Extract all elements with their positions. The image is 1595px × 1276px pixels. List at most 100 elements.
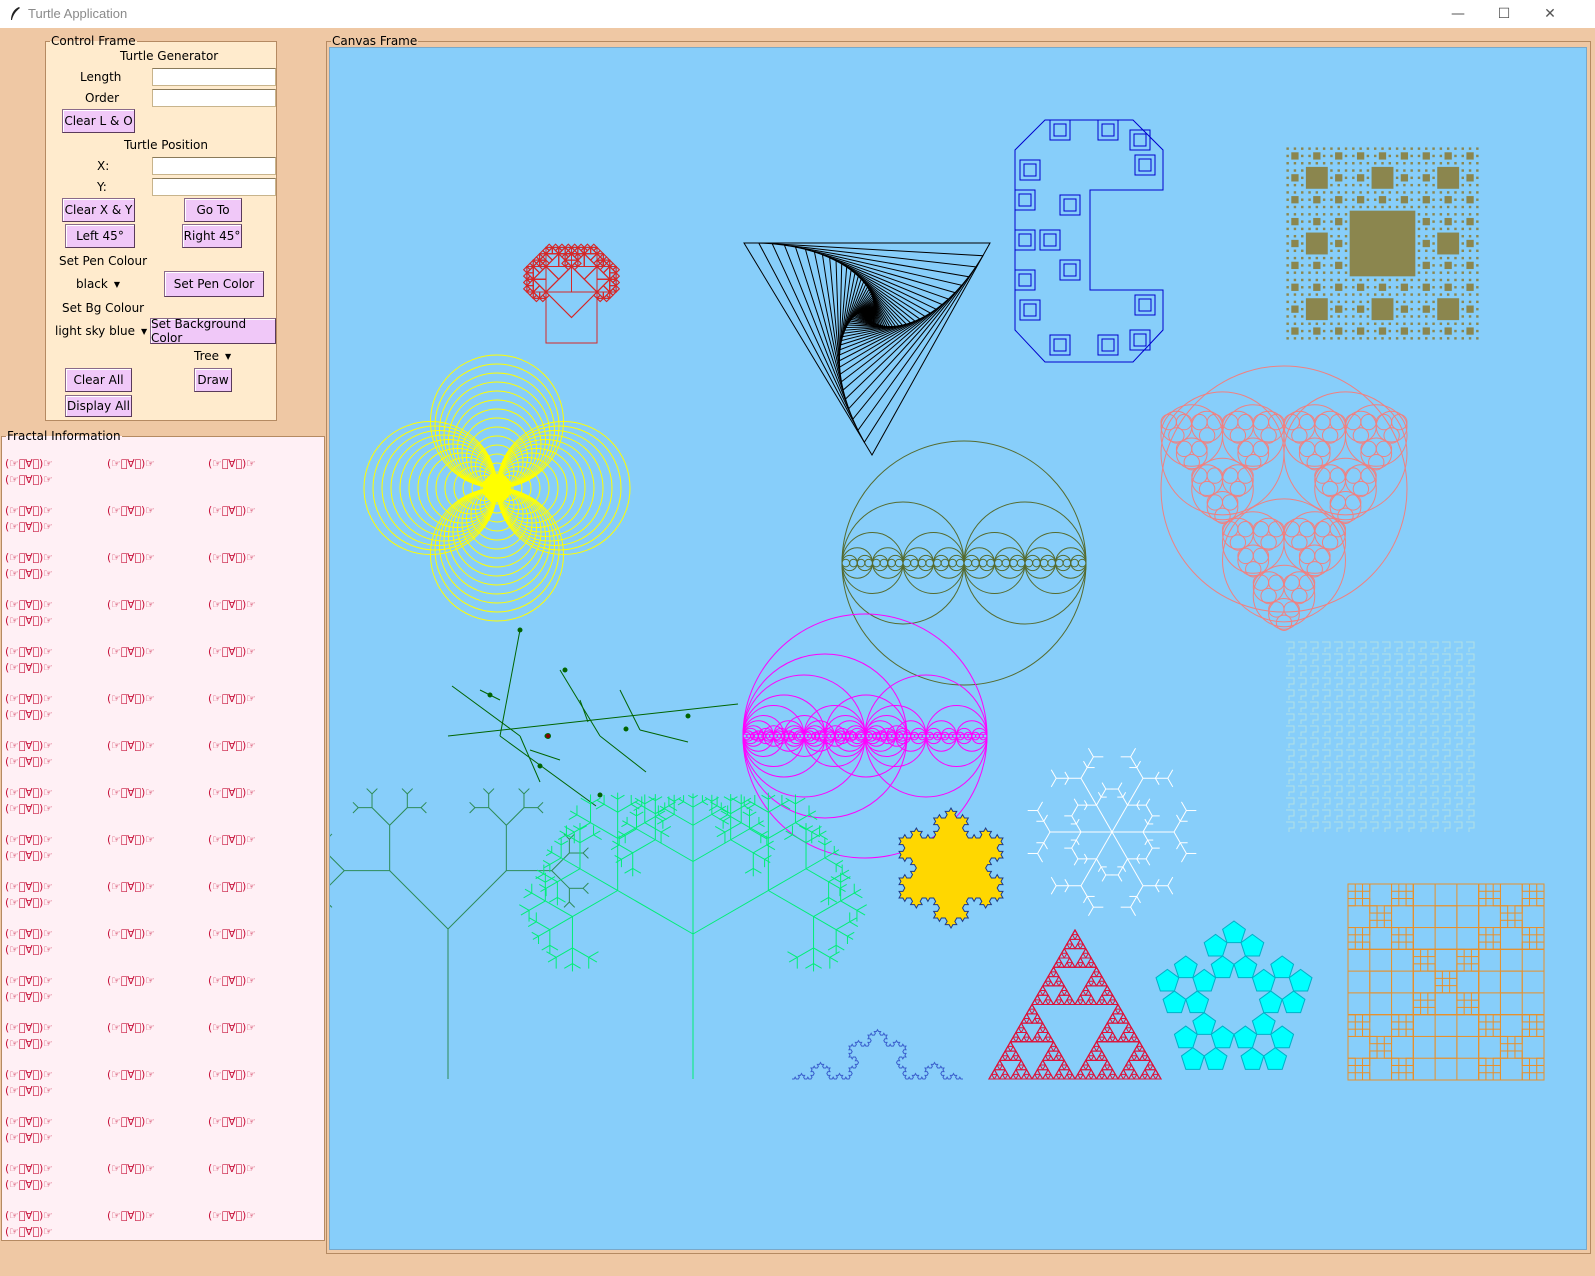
binary-tree-fractal [330,788,694,1079]
turtle-generator-heading: Turtle Generator [120,49,219,63]
info-cell: (☞ﾟ∀ﾟ)☞ [5,1225,53,1238]
info-cell: (☞ﾟ∀ﾟ)☞ [107,739,155,752]
info-row: (☞ﾟ∀ﾟ)☞ (☞ﾟ∀ﾟ)☞ (☞ﾟ∀ﾟ)☞ (☞ﾟ∀ﾟ)☞ [5,974,324,1021]
info-cell: (☞ﾟ∀ﾟ)☞ [5,708,53,721]
clear-xy-button[interactable]: Clear X & Y [62,198,135,222]
info-cell: (☞ﾟ∀ﾟ)☞ [5,896,53,909]
info-cell: (☞ﾟ∀ﾟ)☞ [208,880,256,893]
info-cell: (☞ﾟ∀ﾟ)☞ [5,645,53,658]
x-label: X: [97,159,110,173]
info-cell: (☞ﾟ∀ﾟ)☞ [5,1115,53,1128]
info-cell: (☞ﾟ∀ﾟ)☞ [5,927,53,940]
info-cell: (☞ﾟ∀ﾟ)☞ [208,457,256,470]
info-cell: (☞ﾟ∀ﾟ)☞ [5,1084,53,1097]
white-snowflake-fractal [1027,747,1197,917]
info-cell: (☞ﾟ∀ﾟ)☞ [107,504,155,517]
fractal-information-frame: Fractal Information (☞ﾟ∀ﾟ)☞ (☞ﾟ∀ﾟ)☞ (☞ﾟ∀ﾟ)… [1,429,325,1241]
display-all-button[interactable]: Display All [65,395,132,417]
info-cell: (☞ﾟ∀ﾟ)☞ [5,1037,53,1050]
bg-colour-dropdown[interactable]: light sky blue ▼ [47,320,149,342]
info-cell: (☞ﾟ∀ﾟ)☞ [208,551,256,564]
maximize-button[interactable]: ☐ [1481,0,1527,28]
turtle-position-heading: Turtle Position [124,138,209,152]
info-cell: (☞ﾟ∀ﾟ)☞ [208,739,256,752]
info-cell: (☞ﾟ∀ﾟ)☞ [208,1021,256,1034]
length-label: Length [80,70,122,84]
info-cell: (☞ﾟ∀ﾟ)☞ [107,880,155,893]
info-cell: (☞ﾟ∀ﾟ)☞ [5,1178,53,1191]
order-label: Order [85,91,120,105]
window-title: Turtle Application [28,6,128,21]
bg-colour-value: light sky blue [55,324,136,338]
info-cell: (☞ﾟ∀ﾟ)☞ [208,927,256,940]
minimize-button[interactable]: — [1435,0,1481,28]
turtle-canvas[interactable] [329,47,1587,1250]
fractal-type-value: Tree [194,349,220,363]
feather-icon [11,7,20,20]
info-cell: (☞ﾟ∀ﾟ)☞ [5,943,53,956]
fractal-type-dropdown[interactable]: Tree ▼ [186,346,238,366]
length-input[interactable] [152,68,276,86]
info-row: (☞ﾟ∀ﾟ)☞ (☞ﾟ∀ﾟ)☞ (☞ﾟ∀ﾟ)☞ (☞ﾟ∀ﾟ)☞ [5,598,324,645]
pen-colour-value: black [76,277,108,291]
info-cell: (☞ﾟ∀ﾟ)☞ [5,849,53,862]
info-cell: (☞ﾟ∀ﾟ)☞ [5,802,53,815]
info-cell: (☞ﾟ∀ﾟ)☞ [107,974,155,987]
order-input[interactable] [152,89,276,107]
info-cell: (☞ﾟ∀ﾟ)☞ [5,974,53,987]
draw-button[interactable]: Draw [194,368,232,392]
info-cell: (☞ﾟ∀ﾟ)☞ [5,661,53,674]
info-cell: (☞ﾟ∀ﾟ)☞ [5,567,53,580]
info-row: (☞ﾟ∀ﾟ)☞ (☞ﾟ∀ﾟ)☞ (☞ﾟ∀ﾟ)☞ (☞ﾟ∀ﾟ)☞ [5,457,324,504]
info-cell: (☞ﾟ∀ﾟ)☞ [208,833,256,846]
info-row: (☞ﾟ∀ﾟ)☞ (☞ﾟ∀ﾟ)☞ (☞ﾟ∀ﾟ)☞ (☞ﾟ∀ﾟ)☞ [5,1068,324,1115]
info-cell: (☞ﾟ∀ﾟ)☞ [5,786,53,799]
info-row: (☞ﾟ∀ﾟ)☞ (☞ﾟ∀ﾟ)☞ (☞ﾟ∀ﾟ)☞ (☞ﾟ∀ﾟ)☞ [5,927,324,974]
spiral-triangle-fractal [743,242,991,456]
info-cell: (☞ﾟ∀ﾟ)☞ [5,614,53,627]
info-cell: (☞ﾟ∀ﾟ)☞ [208,598,256,611]
sierpinski-triangle-fractal [988,928,1162,1080]
pythagoras-tree-fractal [522,243,621,344]
info-cell: (☞ﾟ∀ﾟ)☞ [5,1209,53,1222]
left-45-button[interactable]: Left 45° [65,224,135,248]
info-cell: (☞ﾟ∀ﾟ)☞ [208,1162,256,1175]
info-row: (☞ﾟ∀ﾟ)☞ (☞ﾟ∀ﾟ)☞ (☞ﾟ∀ﾟ)☞ (☞ﾟ∀ﾟ)☞ [5,551,324,598]
fractal-information-list: (☞ﾟ∀ﾟ)☞ (☞ﾟ∀ﾟ)☞ (☞ﾟ∀ﾟ)☞ (☞ﾟ∀ﾟ)☞ (☞ﾟ∀ﾟ)☞ (☞ﾟ∀ﾟ… [5,457,324,1240]
x-input[interactable] [152,157,276,175]
info-cell: (☞ﾟ∀ﾟ)☞ [107,1162,155,1175]
info-cell: (☞ﾟ∀ﾟ)☞ [5,1021,53,1034]
fern-tree-fractal [519,792,867,1079]
cyan-maze-fractal [1286,641,1475,832]
info-cell: (☞ﾟ∀ﾟ)☞ [5,833,53,846]
info-cell: (☞ﾟ∀ﾟ)☞ [5,520,53,533]
koch-curve-blue-fractal [792,1028,963,1080]
title-bar: Turtle Application — ☐ ✕ [0,0,1595,28]
y-input[interactable] [152,178,276,196]
info-cell: (☞ﾟ∀ﾟ)☞ [208,1209,256,1222]
info-cell: (☞ﾟ∀ﾟ)☞ [5,473,53,486]
koch-snowflake-filled [898,807,1004,929]
info-cell: (☞ﾟ∀ﾟ)☞ [208,692,256,705]
clear-all-button[interactable]: Clear All [65,368,132,392]
info-cell: (☞ﾟ∀ﾟ)☞ [208,645,256,658]
info-cell: (☞ﾟ∀ﾟ)☞ [5,880,53,893]
chevron-down-icon: ▼ [113,279,121,289]
info-cell: (☞ﾟ∀ﾟ)☞ [107,786,155,799]
go-to-button[interactable]: Go To [184,198,242,222]
set-background-color-button[interactable]: Set Background Color [150,317,276,345]
set-pen-color-button[interactable]: Set Pen Color [164,271,264,297]
info-cell: (☞ﾟ∀ﾟ)☞ [107,551,155,564]
branch-fractal [447,627,739,807]
info-cell: (☞ﾟ∀ﾟ)☞ [107,1021,155,1034]
clear-length-order-button[interactable]: Clear L & O [62,109,135,133]
info-cell: (☞ﾟ∀ﾟ)☞ [5,990,53,1003]
info-cell: (☞ﾟ∀ﾟ)☞ [5,598,53,611]
info-cell: (☞ﾟ∀ﾟ)☞ [208,1115,256,1128]
control-frame-legend: Control Frame [51,34,136,48]
close-button[interactable]: ✕ [1527,0,1573,28]
info-row: (☞ﾟ∀ﾟ)☞ (☞ﾟ∀ﾟ)☞ (☞ﾟ∀ﾟ)☞ (☞ﾟ∀ﾟ)☞ [5,1209,324,1240]
pen-colour-dropdown[interactable]: black ▼ [68,273,130,295]
right-45-button[interactable]: Right 45° [182,224,242,248]
info-row: (☞ﾟ∀ﾟ)☞ (☞ﾟ∀ﾟ)☞ (☞ﾟ∀ﾟ)☞ (☞ﾟ∀ﾟ)☞ [5,739,324,786]
